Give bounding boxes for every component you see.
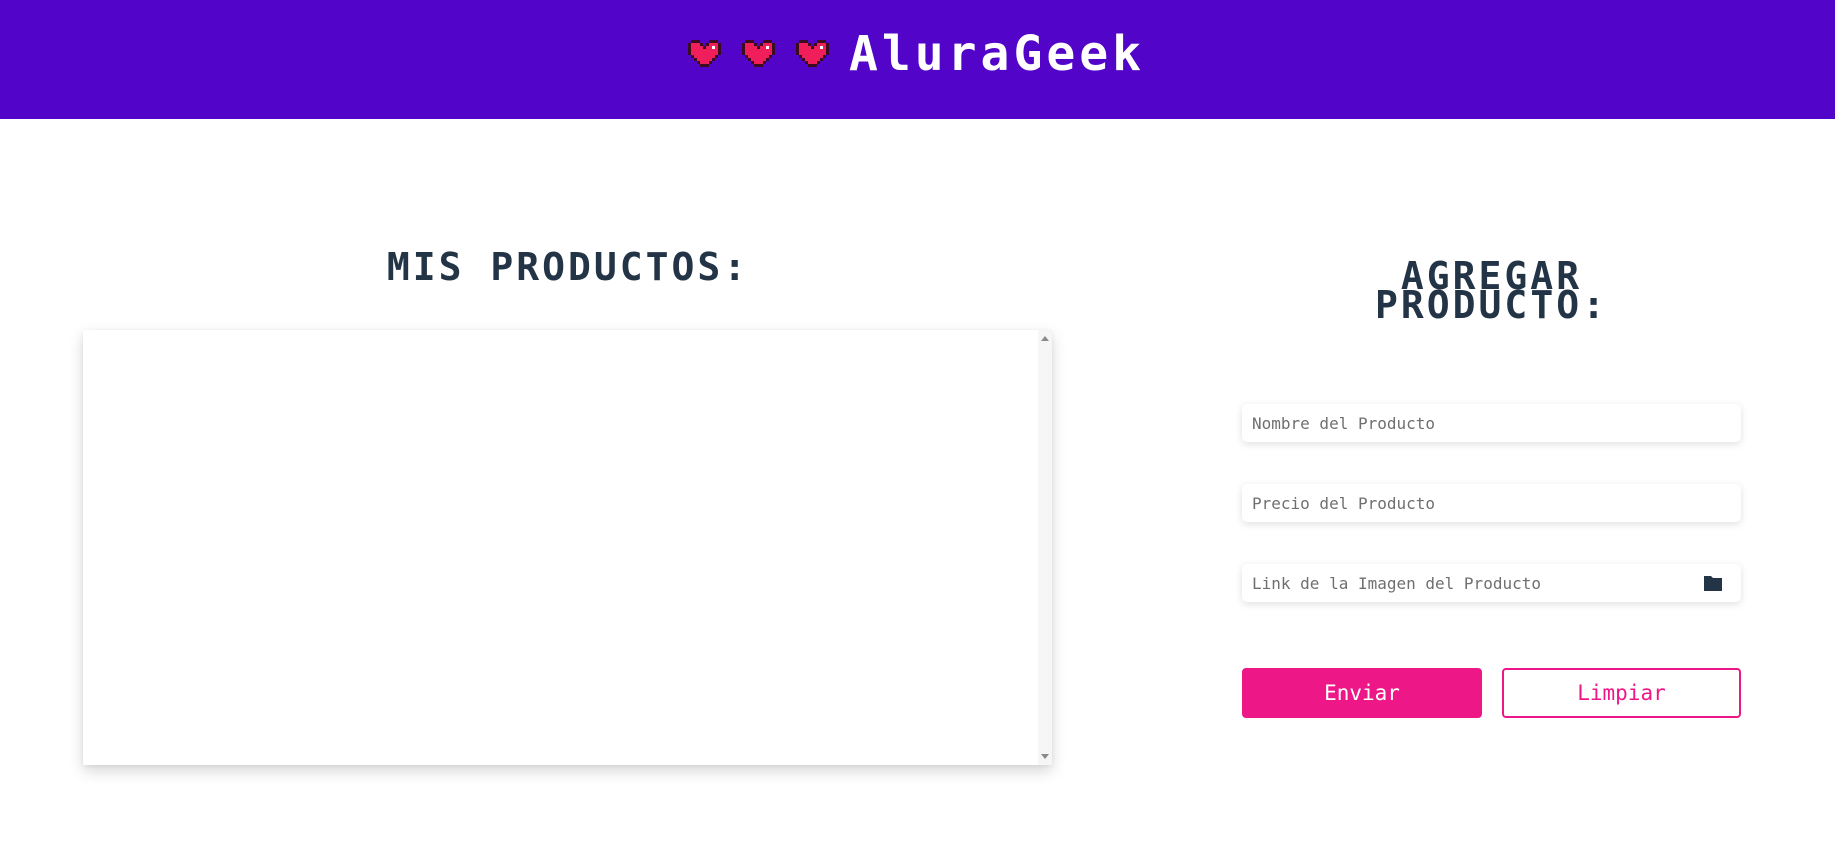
scroll-up-arrow-icon[interactable] (1041, 336, 1049, 341)
brand-title: AluraGeek (848, 25, 1146, 82)
add-product-title-line2: PRODUCTO: (1375, 282, 1608, 327)
brand[interactable]: AluraGeek (687, 25, 1146, 82)
scroll-down-arrow-icon[interactable] (1041, 754, 1049, 759)
product-name-field-wrapper (1242, 404, 1741, 442)
send-button[interactable]: Enviar (1242, 668, 1482, 718)
product-price-field-wrapper (1242, 484, 1741, 522)
product-name-input[interactable] (1242, 413, 1741, 433)
clear-button[interactable]: Limpiar (1502, 668, 1741, 718)
products-scrollbar[interactable] (1038, 330, 1052, 765)
folder-icon[interactable] (1703, 575, 1723, 596)
products-list[interactable] (83, 330, 1052, 765)
heart-icon (741, 40, 775, 67)
heart-icon (687, 40, 721, 67)
add-product-title: AGREGAR PRODUCTO: (1243, 257, 1740, 327)
product-image-input[interactable] (1242, 573, 1741, 593)
hearts-group (687, 40, 829, 67)
heart-icon (795, 40, 829, 67)
product-image-field-wrapper (1242, 564, 1741, 602)
products-title: MIS PRODUCTOS: (386, 245, 750, 289)
site-header: AluraGeek (0, 0, 1835, 119)
product-price-input[interactable] (1242, 493, 1741, 513)
